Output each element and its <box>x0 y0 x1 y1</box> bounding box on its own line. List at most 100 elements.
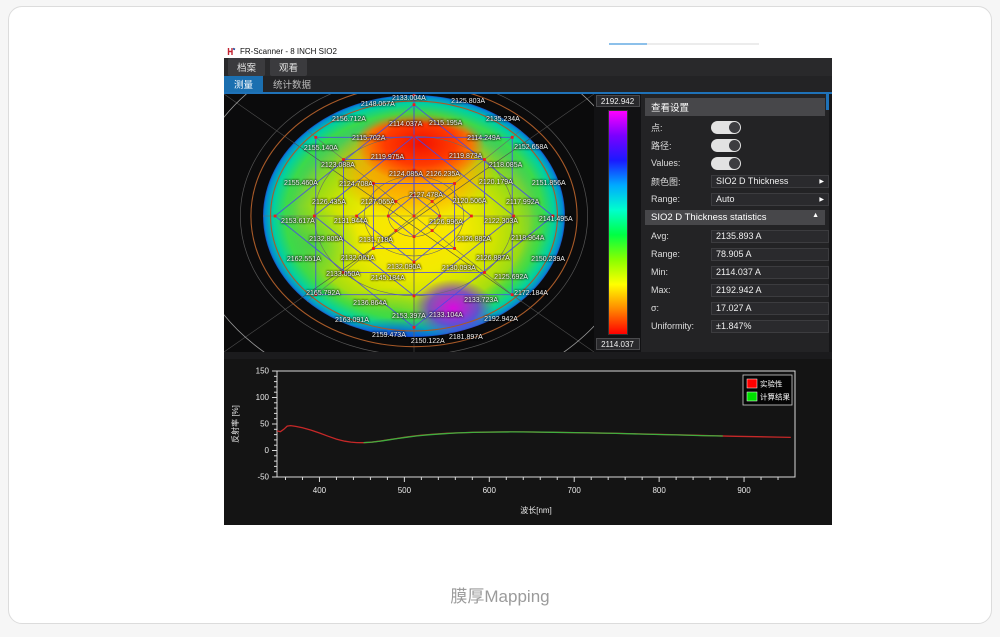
tab-1[interactable]: 统计数据 <box>263 76 321 92</box>
toggle-switch[interactable] <box>711 139 741 152</box>
stat-label: Range: <box>651 249 707 259</box>
point-value-label: 2115.195A <box>429 120 462 127</box>
svg-text:150: 150 <box>256 367 270 376</box>
point-value-label: 2122.303A <box>484 218 518 225</box>
stat-value: 2114.037 A <box>711 266 829 279</box>
tab-0[interactable]: 测量 <box>224 76 263 92</box>
scrollbar-thumb[interactable] <box>826 94 829 110</box>
panel-gap <box>224 352 832 359</box>
svg-text:计算结果: 计算结果 <box>760 392 790 402</box>
stat-row-1: Range: 78.905 A <box>641 245 829 263</box>
stat-value: 78.905 A <box>711 248 829 261</box>
point-value-label: 2126.235A <box>426 171 460 178</box>
toggle-knob <box>729 122 740 133</box>
point-value-label: 2126.435A <box>312 199 346 206</box>
point-value-label: 2141.495A <box>539 216 573 223</box>
image-caption: 膜厚Mapping <box>9 582 991 607</box>
point-value-label: 2165.792A <box>306 290 340 297</box>
point-value-label: 2131.718A <box>359 237 393 244</box>
wafer-value-labels: 2133.004A2148.067A2125.803A2156.712A2114… <box>224 94 594 352</box>
point-value-label: 2155.140A <box>304 145 338 152</box>
view-settings-title: 查看设置 <box>651 100 689 114</box>
title-bar: FR-Scanner - 8 INCH SIO2 <box>224 45 832 58</box>
point-value-label: 2124.708A <box>339 181 373 188</box>
menu-item-0[interactable]: 档案 <box>228 58 265 76</box>
stat-value: 2192.942 A <box>711 284 829 297</box>
stat-row-5: Uniformity:±1.847% <box>641 317 829 335</box>
collapse-icon[interactable]: ▲ <box>812 212 819 223</box>
stat-label: Min: <box>651 267 707 277</box>
colorbar-column: 2192.942 2114.037 <box>594 94 641 352</box>
point-value-label: 2132.090A <box>387 264 421 271</box>
point-value-label: 2163.091A <box>335 317 369 324</box>
point-value-label: 2125.803A <box>451 98 485 105</box>
tab-bar: 测量统计数据 <box>224 76 832 92</box>
point-value-label: 2126.882A <box>457 236 491 243</box>
statistics-header[interactable]: SIO2 D Thickness statistics ▲ <box>645 210 825 225</box>
svg-text:900: 900 <box>737 486 751 495</box>
colorbar-min-value: 2114.037 <box>596 338 640 350</box>
point-value-label: 2133.004A <box>392 95 426 102</box>
stat-label: Uniformity: <box>651 321 707 331</box>
dropdown-arrow-icon: ▶ <box>819 196 824 203</box>
point-value-label: 2153.397A <box>392 313 426 320</box>
svg-text:700: 700 <box>568 486 582 495</box>
svg-text:-50: -50 <box>257 473 269 482</box>
wafer-map-canvas[interactable]: 2133.004A2148.067A2125.803A2156.712A2114… <box>224 94 594 352</box>
toggle-switch[interactable] <box>711 121 741 134</box>
svg-text:0: 0 <box>265 446 270 455</box>
menu-bar: 档案观看 <box>224 58 832 76</box>
point-value-label: 2120.179A <box>479 179 513 186</box>
stat-row-0: Avg:2135.893 A <box>641 227 829 245</box>
statistics-title: SIO2 D Thickness statistics <box>651 212 766 223</box>
point-value-label: 2119.873A <box>449 153 482 160</box>
svg-text:波长[nm]: 波长[nm] <box>520 505 552 515</box>
point-value-label: 2131.944A <box>334 218 368 225</box>
point-value-label: 2132.805A <box>309 236 343 243</box>
menu-item-1[interactable]: 观看 <box>270 58 307 76</box>
point-value-label: 2133.050A <box>326 271 360 278</box>
main-content: 2133.004A2148.067A2125.803A2156.712A2114… <box>224 94 832 352</box>
dropdown-select[interactable]: Auto▶ <box>711 193 829 206</box>
point-value-label: 2127.065A <box>361 199 395 206</box>
toggle-row-1: 路径: <box>641 136 829 154</box>
toggle-switch[interactable] <box>711 157 741 170</box>
stat-row-3: Max: 2192.942 A <box>641 281 829 299</box>
toggle-row-2: Values: <box>641 154 829 172</box>
stat-label: σ: <box>651 303 707 313</box>
svg-text:实验性: 实验性 <box>760 379 783 389</box>
dropdown-row-0: 颜色图:SIO2 D Thickness▶ <box>641 172 829 190</box>
point-value-label: 2126.996A <box>429 219 463 226</box>
view-settings-header: 查看设置 <box>645 98 825 116</box>
point-value-label: 2133.104A <box>429 312 463 319</box>
stat-row-4: σ: 17.027 A <box>641 299 829 317</box>
dropdown-select[interactable]: SIO2 D Thickness▶ <box>711 175 829 188</box>
svg-text:800: 800 <box>652 486 666 495</box>
point-value-label: 2155.460A <box>284 180 318 187</box>
point-value-label: 2115.702A <box>352 135 385 142</box>
svg-text:100: 100 <box>256 393 270 402</box>
point-value-label: 2133.723A <box>464 297 498 304</box>
point-value-label: 2162.551A <box>287 256 321 263</box>
toggle-knob <box>729 140 740 151</box>
stat-label: Avg: <box>651 231 707 241</box>
colorbar-gradient <box>608 110 628 335</box>
window-title: FR-Scanner - 8 INCH SIO2 <box>240 47 337 56</box>
point-value-label: 2150.239A <box>531 256 565 263</box>
toggle-label: Values: <box>651 158 707 168</box>
stat-value: 17.027 A <box>711 302 829 315</box>
stat-label: Max: <box>651 285 707 295</box>
point-value-label: 2127.478A <box>409 192 443 199</box>
point-value-label: 2130.093A <box>442 265 476 272</box>
point-value-label: 2148.067A <box>361 101 395 108</box>
point-value-label: 2181.897A <box>449 334 483 341</box>
dropdown-arrow-icon: ▶ <box>819 178 824 185</box>
page-card: FR-Scanner - 8 INCH SIO2 档案观看 测量统计数据 213… <box>8 6 992 624</box>
toggle-row-0: 点: <box>641 118 829 136</box>
point-value-label: 2145.184A <box>371 275 405 282</box>
dropdown-value: SIO2 D Thickness <box>716 176 819 186</box>
point-value-label: 2120.506A <box>453 198 487 205</box>
point-value-label: 2150.122A <box>411 338 445 345</box>
svg-text:反射率 [%]: 反射率 [%] <box>230 405 240 443</box>
point-value-label: 2118.085A <box>489 162 522 169</box>
